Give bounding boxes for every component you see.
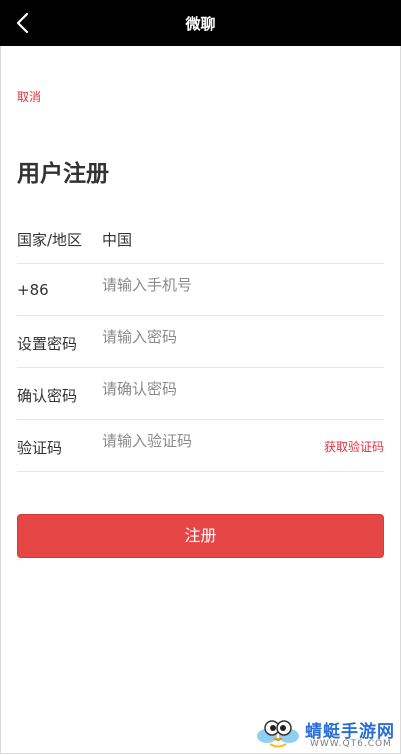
- verification-code-row: 验证码 获取验证码: [17, 419, 384, 472]
- cancel-link[interactable]: 取消: [17, 88, 41, 105]
- confirm-password-row: 确认密码: [17, 367, 384, 420]
- nav-title: 微聊: [185, 15, 216, 33]
- watermark-url: WWW.QT6.COM: [310, 739, 392, 749]
- phone-row: +86: [17, 263, 384, 316]
- phone-input[interactable]: [102, 274, 312, 296]
- country-row[interactable]: 国家/地区 中国: [17, 211, 384, 264]
- dragonfly-logo-icon: [257, 720, 299, 748]
- country-value[interactable]: 中国: [102, 229, 132, 250]
- verification-code-label: 验证码: [17, 439, 63, 457]
- page-title: 用户注册: [17, 161, 109, 187]
- password-label: 设置密码: [17, 335, 78, 353]
- register-button[interactable]: 注册: [17, 514, 384, 558]
- password-input[interactable]: [102, 326, 312, 348]
- top-nav-bar: 微聊: [0, 0, 401, 46]
- get-code-button[interactable]: 获取验证码: [324, 438, 384, 455]
- confirm-password-label: 确认密码: [17, 387, 78, 405]
- watermark: 蜻蜓手游网 WWW.QT6.COM: [250, 712, 400, 752]
- country-label: 国家/地区: [17, 231, 83, 249]
- password-row: 设置密码: [17, 315, 384, 368]
- confirm-password-input[interactable]: [102, 378, 312, 400]
- verification-code-input[interactable]: [102, 430, 312, 452]
- country-code-label: +86: [17, 281, 49, 299]
